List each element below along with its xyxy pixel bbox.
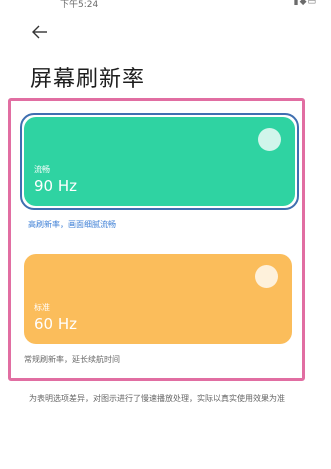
arrow-left-icon [32,25,47,39]
option-description: 常规刷新率，延长续航时间 [24,355,120,364]
page-title: 屏幕刷新率 [30,67,146,92]
option-name: 流畅 [34,165,50,174]
status-bar: 下午5:24 ▮◆▭ [0,0,331,14]
battery-icon: ▭ [307,0,317,7]
status-time: 下午5:24 [60,0,99,10]
footnote: 为表明选项差异，对图示进行了慢速播放处理，实际以真实使用效果为准 [29,394,285,403]
option-description: 高刷新率，画面细腻流畅 [28,220,116,229]
refresh-option-standard[interactable]: 标准 60 Hz [24,254,292,344]
status-icons: ▮◆▭ [294,0,317,7]
refresh-option-smooth[interactable]: 流畅 90 Hz [24,117,295,206]
back-button[interactable] [30,21,52,43]
option-rate: 90 Hz [34,177,78,195]
radio-indicator-icon [258,128,281,151]
option-name: 标准 [34,303,50,312]
radio-indicator-icon [255,265,278,288]
option-rate: 60 Hz [34,315,78,333]
